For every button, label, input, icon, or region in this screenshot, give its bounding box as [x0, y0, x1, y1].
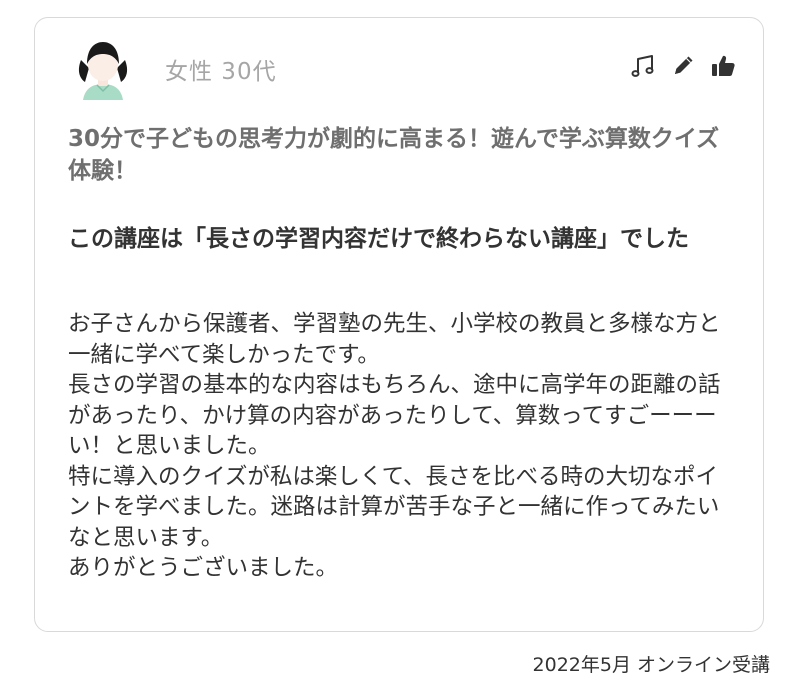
review-title: 30分で子どもの思考力が劇的に高まる！遊んで学ぶ算数クイズ体験！ [68, 126, 720, 184]
thumbs-up-icon[interactable] [709, 52, 737, 80]
reviewer-demographic: 女性 30代 [165, 59, 277, 85]
review-meta: 2022年5月 オンライン受講 [532, 654, 770, 676]
music-note-icon[interactable] [629, 52, 657, 80]
action-icons [629, 52, 737, 80]
review-body: お子さんから保護者、学習塾の先生、小学校の教員と多様な方と一緒に学べて楽しかった… [68, 311, 721, 581]
female-avatar-icon [75, 38, 131, 100]
review-card: 女性 30代 30分で子どもの思考力が劇的に高まる！遊んで学ぶ算数クイズ体験！ … [34, 17, 764, 632]
pencil-icon[interactable] [669, 52, 697, 80]
review-subtitle: この講座は「長さの学習内容だけで終わらない講座」でした [68, 226, 689, 252]
